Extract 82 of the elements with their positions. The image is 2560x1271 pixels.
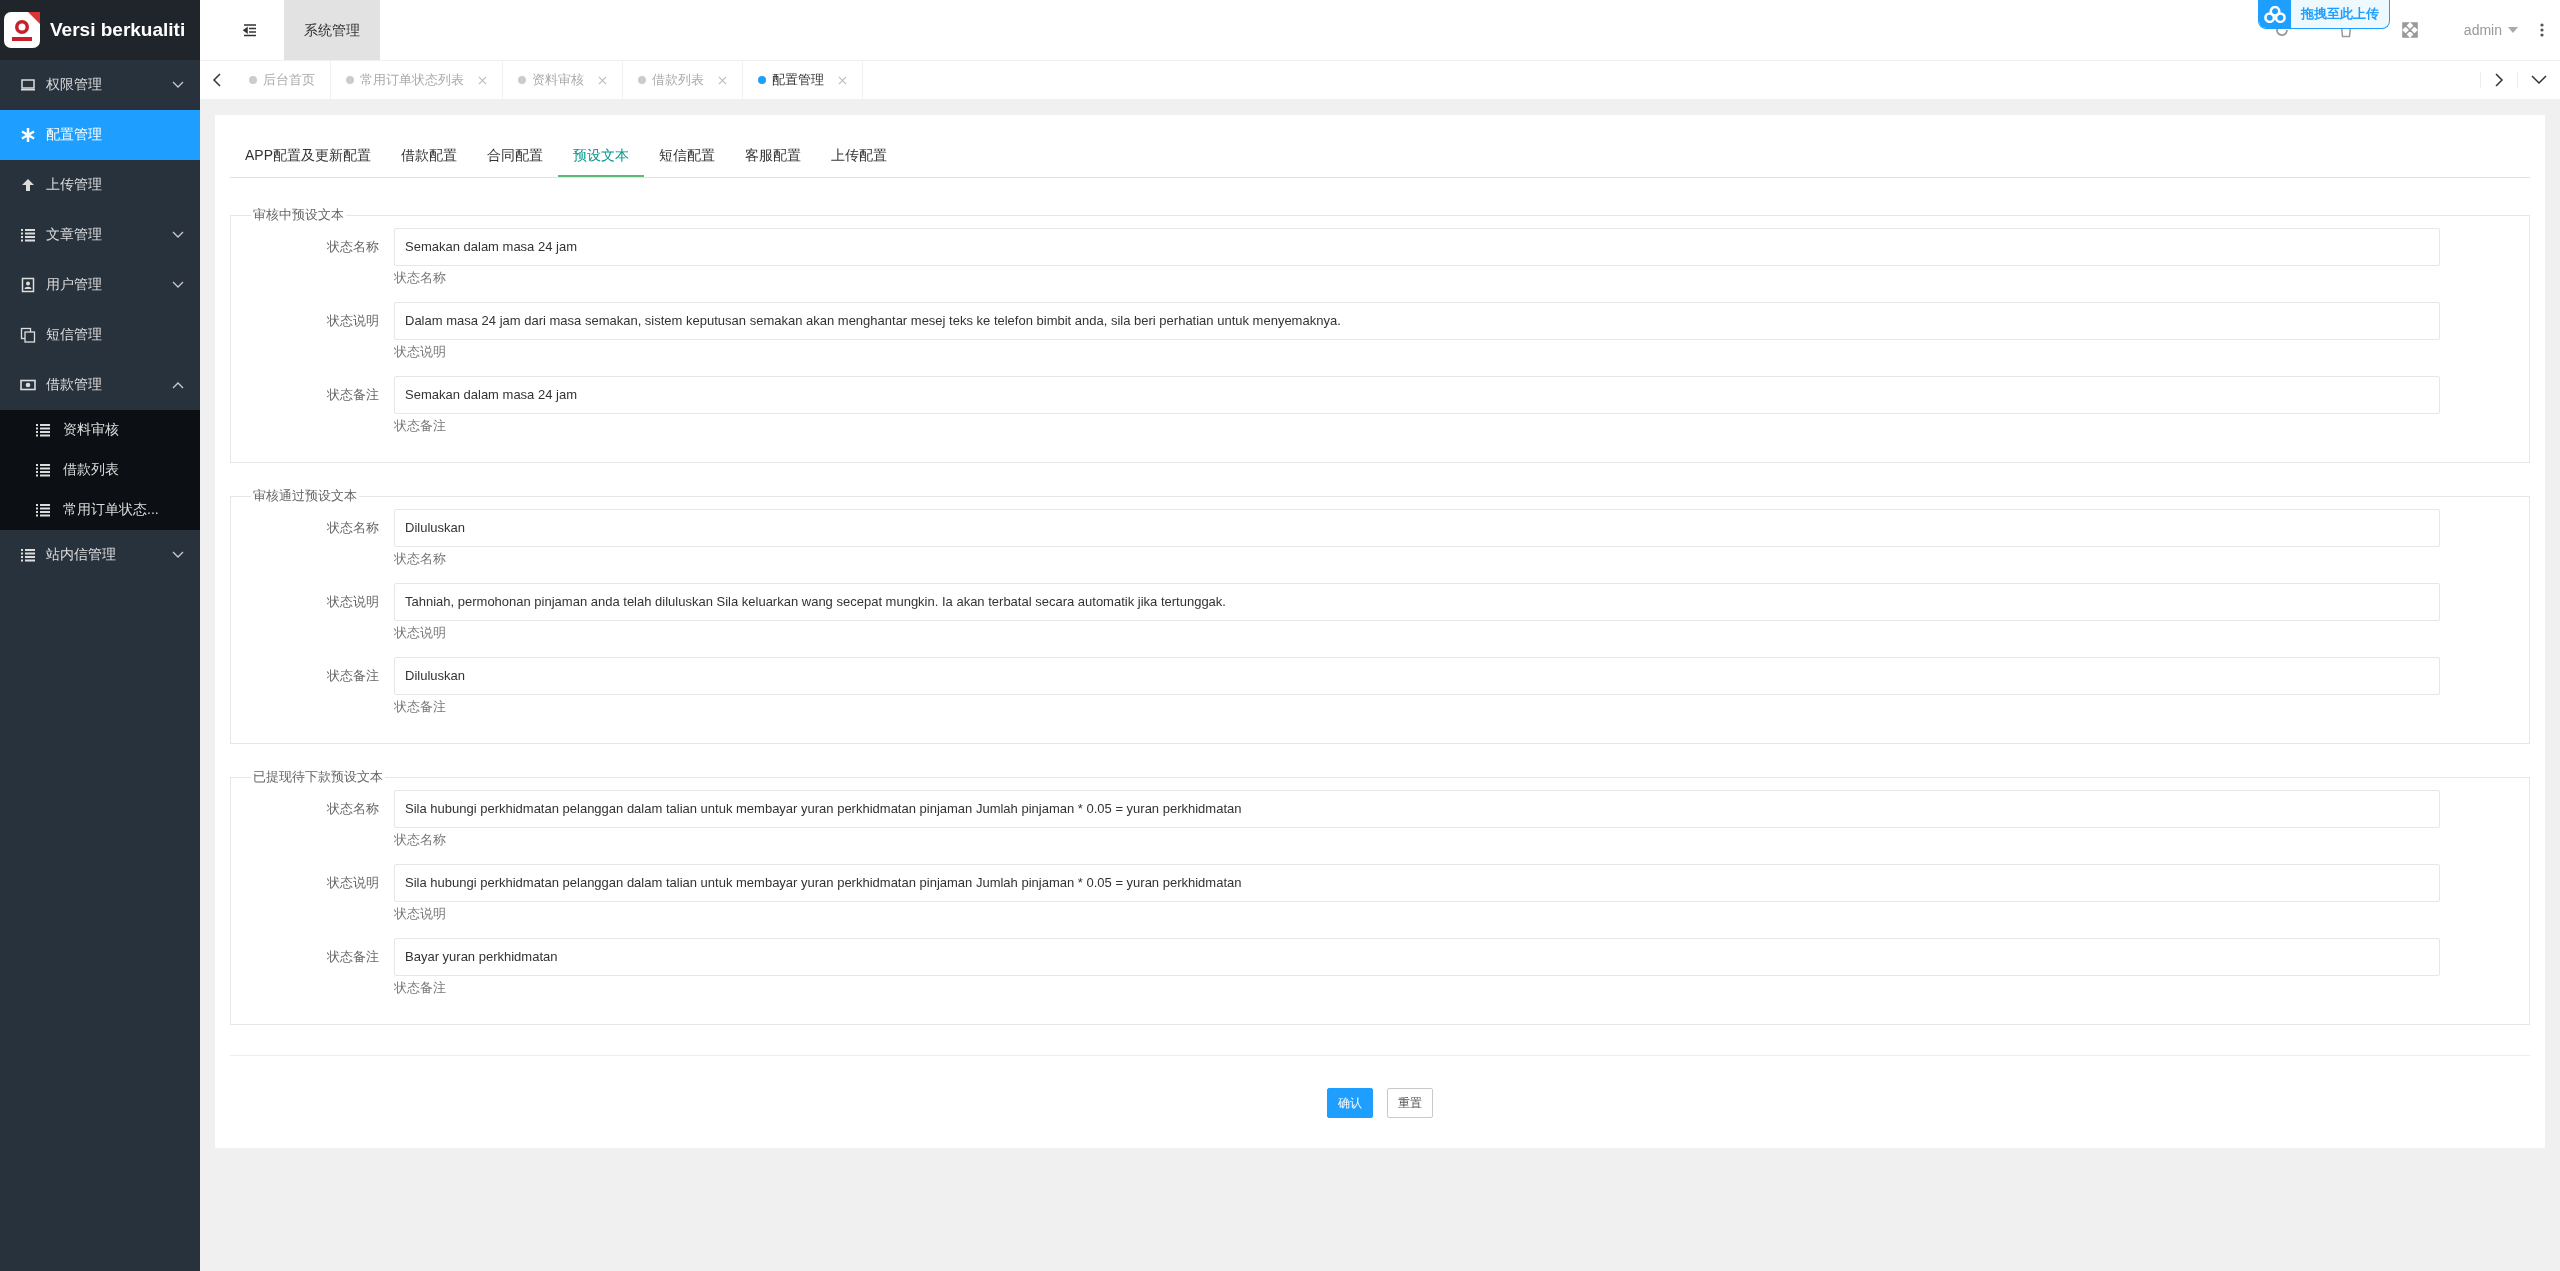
field-label: 状态说明 [326, 312, 380, 330]
config-tab[interactable]: 预设文本 [558, 135, 644, 177]
section-legend: 审核中预设文本 [251, 206, 346, 224]
text-field[interactable]: Tahniah, permohonan pinjaman anda telah diluluskan Sila keluarkan wang secepat mungkin. Ia akan terbatal secara automatik jika tertunggak. [394, 583, 2440, 621]
upload-drop-label: 拖拽至此上传 [2299, 5, 2380, 23]
menu-collapse-icon[interactable] [242, 22, 258, 38]
field-hint: 状态名称 [394, 831, 446, 849]
text-field[interactable]: Semakan dalam masa 24 jam [394, 376, 2440, 414]
text-field[interactable]: Semakan dalam masa 24 jam [394, 228, 2440, 266]
list-icon [35, 502, 51, 518]
chevron-icon [172, 381, 184, 389]
config-tab[interactable]: 合同配置 [472, 135, 558, 175]
more-icon[interactable] [2540, 23, 2544, 37]
list-icon [35, 462, 51, 478]
top-nav-item[interactable]: 系统管理 [284, 0, 380, 60]
field-label: 状态名称 [326, 519, 380, 537]
section-legend: 审核通过预设文本 [251, 487, 359, 505]
sidebar-subitem[interactable]: 资料审核 [0, 410, 200, 450]
section-legend: 已提现待下款预设文本 [251, 768, 385, 786]
status-dot [249, 76, 257, 84]
sidebar-item[interactable]: 用户管理 [0, 260, 200, 310]
status-dot [758, 76, 766, 84]
config-tab[interactable]: APP配置及更新配置 [230, 135, 386, 175]
sidebar-item[interactable]: 站内信管理 [0, 530, 200, 580]
sidebar-item[interactable]: 权限管理 [0, 60, 200, 110]
close-icon[interactable] [478, 75, 487, 85]
field-hint: 状态说明 [394, 624, 446, 642]
reset-button[interactable]: 重置 [1387, 1088, 1433, 1118]
text-field[interactable]: Sila hubungi perkhidmatan pelanggan dalam talian untuk membayar yuran perkhidmatan pinjaman Jumlah pinjaman * 0.05 = yuran perkhidmatan [394, 864, 2440, 902]
asterisk-icon [20, 127, 36, 143]
sidebar-subitem[interactable]: 常用订单状态... [0, 490, 200, 530]
field-hint: 状态说明 [394, 343, 446, 361]
sidebar-item[interactable]: 借款管理 [0, 360, 200, 410]
field-label: 状态备注 [326, 667, 380, 685]
sidebar-item[interactable]: 上传管理 [0, 160, 200, 210]
text-field[interactable]: Dalam masa 24 jam dari masa semakan, sistem keputusan semakan akan menghantar mesej teks ke telefon bimbit anda, sila beri perhatian untuk menyemaknya. [394, 302, 2440, 340]
field-hint: 状态备注 [394, 417, 446, 435]
close-icon[interactable] [838, 75, 847, 85]
logo-icon [4, 12, 40, 48]
chevron-icon [172, 281, 184, 289]
copy-icon [20, 327, 36, 343]
field-hint: 状态说明 [394, 905, 446, 923]
list-icon [35, 422, 51, 438]
field-label: 状态说明 [326, 874, 380, 892]
page-tab[interactable]: 配置管理 [743, 61, 863, 99]
config-tab[interactable]: 上传配置 [816, 135, 902, 175]
chevron-icon [172, 81, 184, 89]
sidebar-item[interactable]: 文章管理 [0, 210, 200, 260]
field-label: 状态说明 [326, 593, 380, 611]
config-tab[interactable]: 借款配置 [386, 135, 472, 175]
caret-icon [2508, 27, 2518, 33]
text-field[interactable]: Bayar yuran perkhidmatan [394, 938, 2440, 976]
monitor-icon [20, 77, 36, 93]
field-label: 状态名称 [326, 800, 380, 818]
field-label: 状态备注 [326, 386, 380, 404]
field-hint: 状态备注 [394, 698, 446, 716]
brand-title: Versi berkualiti [50, 19, 186, 41]
config-tab[interactable]: 客服配置 [730, 135, 816, 175]
banknote-icon [20, 377, 36, 393]
chevron-icon [172, 551, 184, 559]
config-tab[interactable]: 短信配置 [644, 135, 730, 175]
close-icon[interactable] [598, 75, 607, 85]
cloud-icon [2264, 5, 2286, 23]
text-field[interactable]: Diluluskan [394, 509, 2440, 547]
status-dot [638, 76, 646, 84]
sidebar-subitem[interactable]: 借款列表 [0, 450, 200, 490]
chevron-icon [172, 231, 184, 239]
list-icon [20, 227, 36, 243]
field-hint: 状态名称 [394, 550, 446, 568]
field-label: 状态备注 [326, 948, 380, 966]
status-dot [346, 76, 354, 84]
text-field[interactable]: Sila hubungi perkhidmatan pelanggan dalam talian untuk membayar yuran perkhidmatan pinjaman Jumlah pinjaman * 0.05 = yuran perkhidmatan [394, 790, 2440, 828]
field-hint: 状态名称 [394, 269, 446, 287]
field-label: 状态名称 [326, 238, 380, 256]
contact-card-icon [20, 277, 36, 293]
close-icon[interactable] [718, 75, 727, 85]
status-dot [518, 76, 526, 84]
text-field[interactable]: Diluluskan [394, 657, 2440, 695]
list-icon [20, 547, 36, 563]
up-arrow-icon [20, 177, 36, 193]
field-hint: 状态备注 [394, 979, 446, 997]
sidebar-item[interactable]: 短信管理 [0, 310, 200, 360]
